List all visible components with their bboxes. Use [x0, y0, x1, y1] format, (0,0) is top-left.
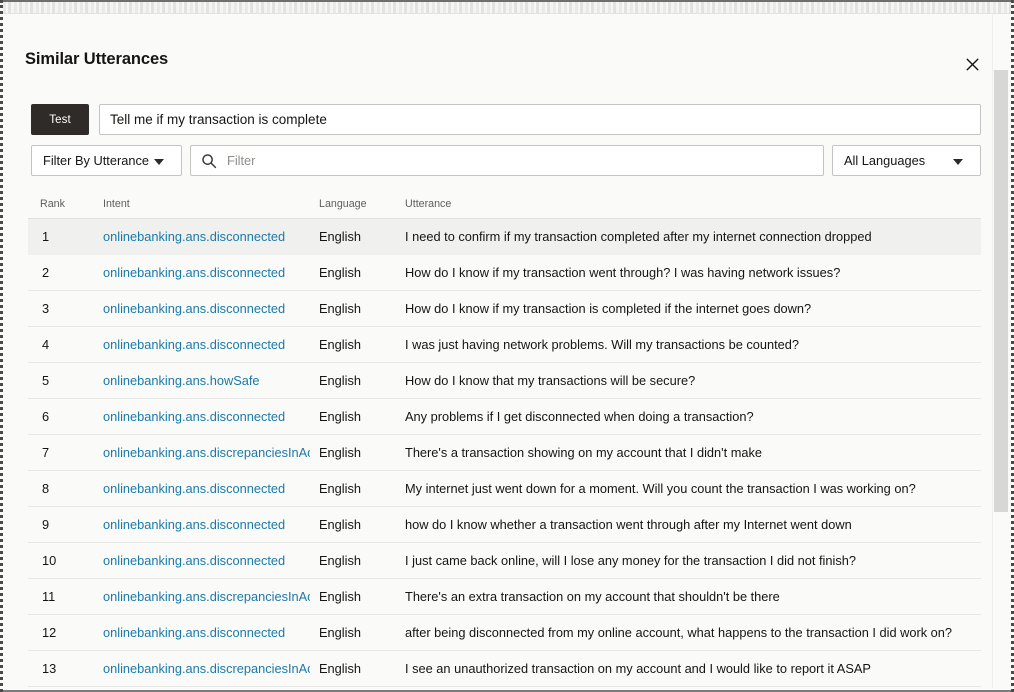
chevron-down-icon [953, 159, 963, 165]
window-bottom-edge [3, 688, 1014, 692]
table-row[interactable]: 1 onlinebanking.ans.disconnected English I … [28, 219, 981, 255]
cell-rank: 6 [42, 409, 49, 424]
test-button[interactable]: Test [31, 104, 89, 135]
filter-by-utterance-select[interactable]: Filter By Utterance [31, 145, 182, 176]
cell-utterance: How do I know if my transaction is compl… [405, 301, 811, 316]
cell-language: English [319, 301, 361, 316]
table-body: 1 onlinebanking.ans.disconnected English I … [28, 219, 981, 687]
cell-intent-link[interactable]: onlinebanking.ans.discrepanciesInAccount [103, 661, 310, 676]
cell-language: English [319, 661, 361, 676]
cell-utterance: My internet just went down for a moment.… [405, 481, 916, 496]
cell-rank: 2 [42, 265, 49, 280]
cell-intent-link[interactable]: onlinebanking.ans.disconnected [103, 409, 310, 424]
filter-search-input[interactable] [225, 146, 815, 175]
cell-intent-link[interactable]: onlinebanking.ans.disconnected [103, 553, 310, 568]
cell-utterance: There's a transaction showing on my acco… [405, 445, 762, 460]
cell-language: English [319, 481, 361, 496]
cell-rank: 7 [42, 445, 49, 460]
cell-rank: 12 [42, 625, 56, 640]
table-row[interactable]: 9 onlinebanking.ans.disconnected English ho… [28, 507, 981, 543]
cell-language: English [319, 337, 361, 352]
language-filter-label: All Languages [844, 153, 925, 168]
cell-intent-link[interactable]: onlinebanking.ans.disconnected [103, 481, 310, 496]
utterance-input[interactable] [99, 104, 981, 135]
cell-rank: 8 [42, 481, 49, 496]
cell-intent-link[interactable]: onlinebanking.ans.disconnected [103, 265, 310, 280]
cell-language: English [319, 445, 361, 460]
cell-intent-link[interactable]: onlinebanking.ans.discrepanciesInAccount [103, 589, 310, 604]
cell-utterance: how do I know whether a transaction went… [405, 517, 852, 532]
cell-utterance: How do I know that my transactions will … [405, 373, 695, 388]
cell-utterance: Any problems if I get disconnected when … [405, 409, 754, 424]
cell-utterance: I need to confirm if my transaction comp… [405, 229, 872, 244]
filter-search-box[interactable] [190, 145, 824, 176]
cell-language: English [319, 409, 361, 424]
vertical-scrollbar-track[interactable] [992, 14, 1008, 688]
column-header-intent: Intent [103, 198, 130, 210]
table-row[interactable]: 6 onlinebanking.ans.disconnected English An… [28, 399, 981, 435]
dialog-header: Similar Utterances [6, 14, 1011, 76]
cell-utterance: There's an extra transaction on my accou… [405, 589, 780, 604]
table-row[interactable]: 12 onlinebanking.ans.disconnected English a… [28, 615, 981, 651]
table-row[interactable]: 2 onlinebanking.ans.disconnected English Ho… [28, 255, 981, 291]
table-row[interactable]: 4 onlinebanking.ans.disconnected English I … [28, 327, 981, 363]
close-icon[interactable] [958, 50, 986, 78]
cell-utterance: after being disconnected from my online … [405, 625, 952, 640]
cell-rank: 3 [42, 301, 49, 316]
similar-utterances-table: Rank Intent Language Utterance 1 onlineba… [28, 194, 981, 687]
cell-utterance: I see an unauthorized transaction on my … [405, 661, 871, 676]
cell-rank: 13 [42, 661, 56, 676]
cell-language: English [319, 265, 361, 280]
cell-rank: 9 [42, 517, 49, 532]
cell-rank: 10 [42, 553, 56, 568]
cell-language: English [319, 517, 361, 532]
column-header-language: Language [319, 198, 367, 210]
table-row[interactable]: 10 onlinebanking.ans.disconnected English I… [28, 543, 981, 579]
cell-language: English [319, 229, 361, 244]
table-row[interactable]: 13 onlinebanking.ans.discrepanciesInAccou… [28, 651, 981, 687]
dialog-window: Similar Utterances Test Filter By Uttera… [0, 0, 1014, 692]
cell-intent-link[interactable]: onlinebanking.ans.disconnected [103, 625, 310, 640]
table-row[interactable]: 8 onlinebanking.ans.disconnected English My… [28, 471, 981, 507]
cell-language: English [319, 625, 361, 640]
cell-intent-link[interactable]: onlinebanking.ans.disconnected [103, 517, 310, 532]
chevron-down-icon [154, 159, 164, 165]
cell-rank: 11 [42, 589, 55, 604]
cell-utterance: I just came back online, will I lose any… [405, 553, 856, 568]
column-header-rank: Rank [40, 198, 65, 210]
cell-language: English [319, 553, 361, 568]
cell-intent-link[interactable]: onlinebanking.ans.discrepanciesInAccount [103, 445, 310, 460]
cell-intent-link[interactable]: onlinebanking.ans.disconnected [103, 229, 310, 244]
cell-rank: 1 [42, 229, 49, 244]
table-header-row: Rank Intent Language Utterance [28, 194, 981, 219]
cell-utterance: I was just having network problems. Will… [405, 337, 799, 352]
cell-rank: 4 [42, 337, 49, 352]
cell-language: English [319, 373, 361, 388]
cell-language: English [319, 589, 361, 604]
vertical-scrollbar-thumb[interactable] [994, 70, 1008, 512]
table-row[interactable]: 5 onlinebanking.ans.howSafe English How do … [28, 363, 981, 399]
cell-intent-link[interactable]: onlinebanking.ans.disconnected [103, 337, 310, 352]
table-row[interactable]: 7 onlinebanking.ans.discrepanciesInAccoun… [28, 435, 981, 471]
filter-by-utterance-label: Filter By Utterance [43, 153, 149, 168]
cell-intent-link[interactable]: onlinebanking.ans.howSafe [103, 373, 310, 388]
language-filter-select[interactable]: All Languages [832, 145, 981, 176]
table-row[interactable]: 11 onlinebanking.ans.discrepanciesInAccou… [28, 579, 981, 615]
window-top-edge [3, 0, 1014, 14]
page-title: Similar Utterances [25, 50, 168, 69]
cell-rank: 5 [42, 373, 49, 388]
similar-utterances-dialog: Similar Utterances Test Filter By Uttera… [6, 14, 1011, 688]
table-row[interactable]: 3 onlinebanking.ans.disconnected English Ho… [28, 291, 981, 327]
cell-intent-link[interactable]: onlinebanking.ans.disconnected [103, 301, 310, 316]
column-header-utterance: Utterance [405, 198, 451, 210]
cell-utterance: How do I know if my transaction went thr… [405, 265, 840, 280]
search-icon [201, 153, 217, 169]
